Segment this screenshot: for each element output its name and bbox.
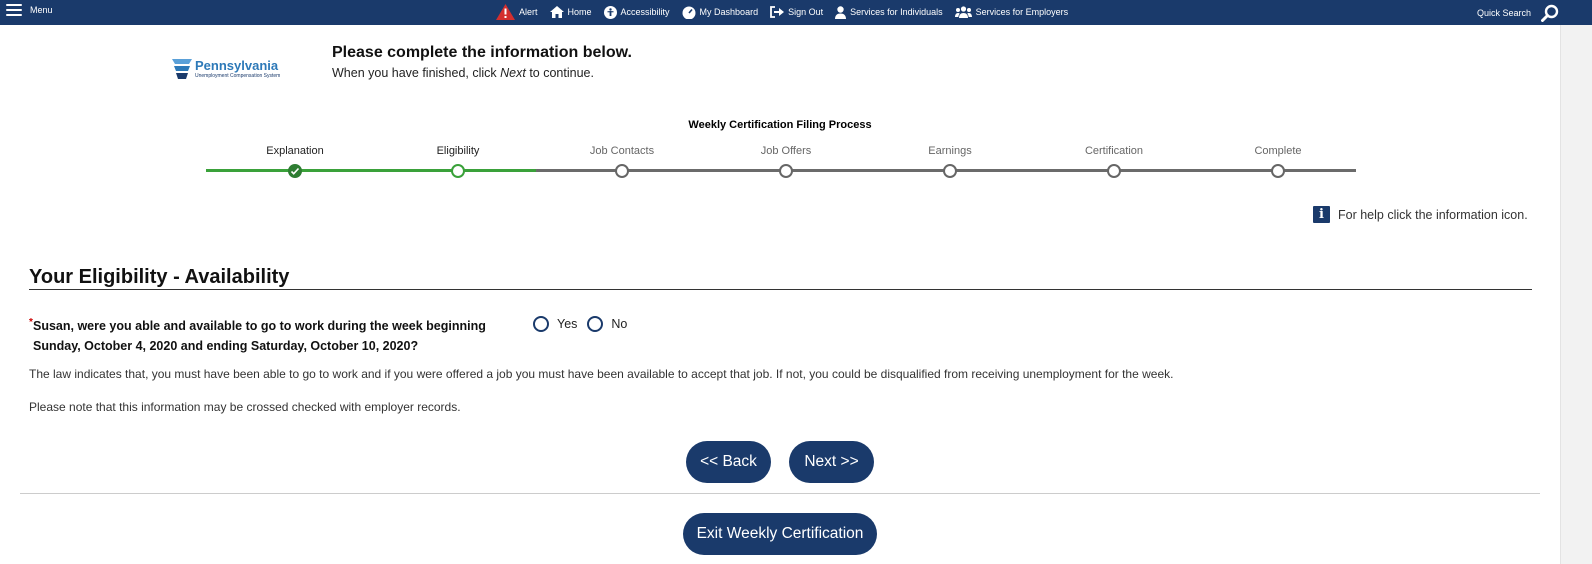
radio-yes[interactable]: Yes bbox=[533, 316, 577, 332]
step-dot bbox=[943, 164, 957, 178]
employer-records-notice: Please note that this information may be… bbox=[29, 400, 461, 414]
help-hint: i For help click the information icon. bbox=[1313, 206, 1528, 223]
step-dot bbox=[1107, 164, 1121, 178]
menu-label: Menu bbox=[30, 5, 53, 15]
step-dot bbox=[779, 164, 793, 178]
step-dot bbox=[1271, 164, 1285, 178]
radio-yes-circle[interactable] bbox=[533, 316, 549, 332]
nav-home-label: Home bbox=[567, 7, 592, 17]
back-button[interactable]: << Back bbox=[686, 441, 771, 483]
radio-yes-label: Yes bbox=[557, 317, 578, 331]
nav-accessibility-label: Accessibility bbox=[620, 7, 670, 17]
step-label: Job Contacts bbox=[589, 145, 655, 157]
step-earnings: Earnings bbox=[890, 144, 1010, 178]
page-title: Please complete the information below. bbox=[332, 44, 632, 61]
quick-search-label: Quick Search bbox=[1477, 8, 1532, 18]
menu-button[interactable]: Menu bbox=[6, 4, 53, 16]
footer-divider bbox=[20, 493, 1540, 494]
radio-no-label: No bbox=[611, 317, 628, 331]
search-icon[interactable] bbox=[1541, 4, 1559, 22]
page-subtitle: When you have finished, click Next to co… bbox=[332, 66, 594, 80]
nav-services-employers-label: Services for Employers bbox=[975, 7, 1069, 17]
sign-out-icon bbox=[770, 6, 785, 18]
step-dot bbox=[615, 164, 629, 178]
nav-dashboard-label: My Dashboard bbox=[699, 7, 759, 17]
process-title: Weekly Certification Filing Process bbox=[688, 119, 872, 131]
alert-icon bbox=[496, 4, 515, 20]
next-button[interactable]: Next >> bbox=[789, 441, 874, 483]
progress-track-complete bbox=[206, 169, 536, 172]
accessibility-icon bbox=[603, 5, 617, 19]
help-text: For help click the information icon. bbox=[1338, 207, 1528, 222]
page-scrollbar[interactable] bbox=[1560, 25, 1592, 564]
law-notice: The law indicates that, you must have be… bbox=[29, 367, 1174, 381]
person-icon bbox=[835, 5, 847, 19]
nav-services-individuals[interactable]: Services for Individuals bbox=[835, 5, 943, 19]
nav-home[interactable]: Home bbox=[549, 6, 592, 18]
group-icon bbox=[954, 6, 972, 18]
nav-sign-out[interactable]: Sign Out bbox=[770, 6, 823, 18]
nav-accessibility[interactable]: Accessibility bbox=[603, 5, 670, 19]
check-icon bbox=[288, 164, 302, 178]
home-icon bbox=[549, 6, 564, 18]
availability-radio-group: Yes No bbox=[533, 316, 629, 332]
step-label: Job Offers bbox=[760, 145, 812, 157]
radio-no[interactable]: No bbox=[587, 316, 627, 332]
quick-search[interactable]: Quick Search bbox=[1477, 4, 1559, 22]
step-label: Eligibility bbox=[436, 145, 480, 157]
step-eligibility: Eligibility bbox=[398, 144, 518, 178]
question-line-2: Sunday, October 4, 2020 and ending Satur… bbox=[33, 339, 419, 353]
keystone-logo-icon bbox=[172, 59, 192, 79]
step-dot bbox=[451, 164, 465, 178]
nav-dashboard[interactable]: My Dashboard bbox=[682, 6, 759, 19]
section-divider bbox=[29, 289, 1532, 290]
step-complete: Complete bbox=[1218, 144, 1338, 178]
step-label: Certification bbox=[1084, 145, 1144, 157]
question-line-1: Susan, were you able and available to go… bbox=[33, 319, 486, 333]
dashboard-icon bbox=[682, 6, 696, 19]
logo-sub-text: Unemployment Compensation System bbox=[195, 73, 281, 79]
nav-alert-label: Alert bbox=[519, 7, 538, 17]
step-job-offers: Job Offers bbox=[726, 144, 846, 178]
step-label: Earnings bbox=[928, 145, 972, 157]
top-nav-bar: Menu Alert Home Accessibility My Dashboa… bbox=[0, 0, 1592, 25]
exit-weekly-certification-button[interactable]: Exit Weekly Certification bbox=[683, 513, 877, 555]
nav-services-employers[interactable]: Services for Employers bbox=[954, 6, 1069, 18]
step-job-contacts: Job Contacts bbox=[562, 144, 682, 178]
availability-question: * Susan, were you able and available to … bbox=[29, 316, 486, 356]
pa-ucs-logo: Pennsylvania Unemployment Compensation S… bbox=[169, 56, 309, 86]
logo-main-text: Pennsylvania bbox=[195, 58, 279, 73]
nav-services-individuals-label: Services for Individuals bbox=[850, 7, 943, 17]
radio-no-circle[interactable] bbox=[587, 316, 604, 332]
step-label: Complete bbox=[1254, 145, 1302, 157]
nav-links: Alert Home Accessibility My Dashboard Si… bbox=[496, 4, 1068, 20]
nav-sign-out-label: Sign Out bbox=[788, 7, 824, 17]
progress-tracker: Explanation Eligibility Job Contacts Job… bbox=[206, 144, 1356, 184]
required-marker: * bbox=[29, 317, 33, 328]
hamburger-icon bbox=[6, 4, 22, 16]
step-label: Explanation bbox=[266, 145, 324, 157]
section-title: Your Eligibility - Availability bbox=[29, 266, 290, 288]
info-icon[interactable]: i bbox=[1313, 206, 1330, 223]
nav-alert[interactable]: Alert bbox=[496, 4, 538, 20]
step-explanation: Explanation bbox=[235, 144, 355, 178]
step-certification: Certification bbox=[1054, 144, 1174, 178]
